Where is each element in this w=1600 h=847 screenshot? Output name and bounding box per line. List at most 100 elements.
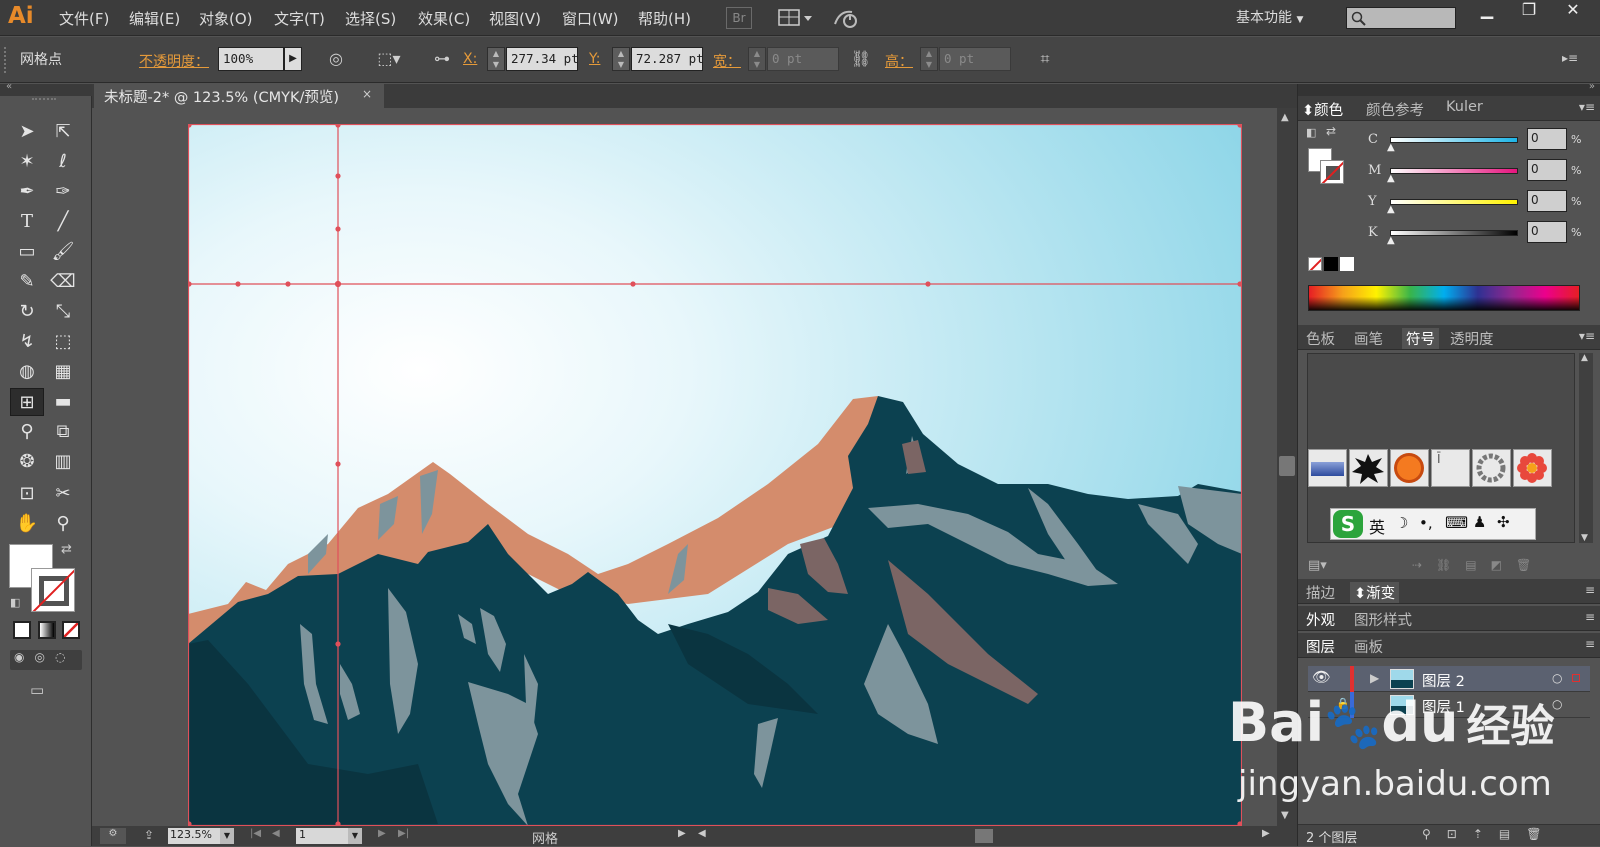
page-field[interactable]: 1 — [296, 828, 348, 844]
rectangle-tool-icon[interactable]: ▭ — [12, 238, 42, 266]
warp-tool-icon[interactable]: ↯ — [12, 328, 42, 356]
align-to-icon[interactable]: ⬚▾ — [372, 49, 406, 71]
link-constrain-icon[interactable]: ⛓ — [850, 49, 872, 71]
sync-settings-icon[interactable] — [832, 6, 860, 30]
slice-tool-icon[interactable]: ✂ — [48, 480, 78, 508]
mesh-tool-icon[interactable]: ⊞ — [10, 388, 44, 416]
symbol-orange-button[interactable] — [1390, 449, 1429, 487]
expand-icon[interactable]: » — [1589, 81, 1595, 92]
cyan-slider[interactable] — [1390, 137, 1518, 143]
help-search-input[interactable] — [1346, 7, 1456, 29]
pencil-tool-icon[interactable]: ✎ — [12, 268, 42, 296]
height-field[interactable]: 0 pt — [939, 47, 1011, 71]
next-page-icon[interactable]: ▶ — [378, 828, 386, 839]
gradient-mode-icon[interactable] — [38, 621, 56, 639]
hand-tool-icon[interactable]: ✋ — [12, 510, 42, 538]
perspective-grid-tool-icon[interactable]: ▦ — [48, 358, 78, 386]
status-arrow-icon[interactable]: ▶ — [678, 828, 686, 839]
artboard-tool-icon[interactable]: ⊡ — [12, 480, 42, 508]
y-stepper[interactable]: ▲ ▼ — [612, 47, 630, 71]
document-tab[interactable]: 未标题-2* @ 123.5% (CMYK/预览) × — [94, 84, 384, 108]
pen-tool-icon[interactable]: ✒ — [12, 178, 42, 206]
bridge-button[interactable]: Br — [726, 7, 752, 29]
graph-tool-icon[interactable]: ▥ — [48, 448, 78, 476]
grid-icon[interactable]: ✣ — [1497, 513, 1510, 531]
zoom-tool-icon[interactable]: ⚲ — [48, 510, 78, 538]
yellow-field[interactable]: 0 — [1527, 190, 1567, 212]
ime-toolbar[interactable]: S 英 ☽ •, ⌨ ♟ ✣ — [1330, 508, 1536, 540]
symbol-sprayer-tool-icon[interactable]: ❂ — [12, 448, 42, 476]
blend-tool-icon[interactable]: ⧉ — [48, 418, 78, 446]
menu-view[interactable]: 视图(V) — [489, 8, 541, 29]
grip-handle[interactable] — [4, 47, 10, 73]
opacity-dropdown-button[interactable]: ▶ — [284, 47, 302, 71]
horizontal-scroll-thumb[interactable] — [975, 829, 993, 843]
reference-point-icon[interactable]: ⊶ — [428, 49, 456, 71]
tab-layers[interactable]: 图层 — [1306, 636, 1335, 657]
width-field[interactable]: 0 pt — [767, 47, 839, 71]
first-page-icon[interactable]: |◀ — [250, 828, 261, 839]
y-field[interactable]: 72.287 pt — [631, 47, 703, 71]
zoom-field[interactable]: 123.5% — [168, 828, 220, 844]
color-spectrum[interactable] — [1308, 285, 1580, 311]
x-field[interactable]: 277.34 pt — [506, 47, 578, 71]
recolor-icon[interactable]: ◎ — [325, 49, 347, 71]
tab-brushes[interactable]: 画笔 — [1354, 328, 1383, 349]
selection-tool-icon[interactable]: ➤ — [12, 118, 42, 146]
symbol-libraries-icon[interactable]: ▤▾ — [1308, 558, 1327, 573]
scale-tool-icon[interactable]: ⤡ — [48, 298, 78, 326]
keyboard-icon[interactable]: ⌨ — [1445, 513, 1468, 532]
magic-wand-tool-icon[interactable]: ✶ — [12, 148, 42, 176]
grip-handle[interactable] — [32, 98, 56, 102]
color-stroke-swatch[interactable] — [1320, 160, 1344, 184]
workspace-switcher[interactable]: 基本功能 ▼ — [1236, 7, 1303, 27]
swap-colors-icon[interactable]: ⇄ — [1326, 124, 1336, 138]
opacity-field[interactable]: 100% — [218, 47, 284, 71]
scroll-right-icon[interactable]: ▶ — [1262, 828, 1270, 839]
paintbrush-tool-icon[interactable]: 🖌 — [48, 238, 78, 266]
opacity-label[interactable]: 不透明度： — [139, 51, 209, 71]
user-icon[interactable]: ♟ — [1473, 513, 1486, 531]
panel-menu-icon[interactable]: ▾≡ — [1579, 100, 1595, 114]
tools-panel-header[interactable]: « — [0, 81, 92, 96]
ime-mode-button[interactable]: 英 — [1369, 514, 1385, 538]
eyedropper-tool-icon[interactable]: ⚲ — [12, 418, 42, 446]
menu-object[interactable]: 对象(O) — [199, 8, 253, 29]
black-slider[interactable] — [1390, 230, 1518, 236]
tab-graphic-styles[interactable]: 图形样式 — [1354, 609, 1412, 630]
panel-menu-icon[interactable]: ▾≡ — [1579, 329, 1595, 343]
menu-effect[interactable]: 效果(C) — [418, 8, 470, 29]
direct-selection-tool-icon[interactable]: ⇱ — [48, 118, 78, 146]
panel-menu-icon[interactable]: ≡ — [1585, 583, 1595, 597]
prev-page-icon[interactable]: ◀ — [272, 828, 280, 839]
black-field[interactable]: 0 — [1527, 221, 1567, 243]
gradient-tool-icon[interactable]: ▬ — [48, 388, 78, 416]
swap-colors-icon[interactable]: ⇄ — [61, 542, 72, 557]
black-swatch[interactable] — [1324, 257, 1338, 271]
tab-symbols[interactable]: 符号 — [1402, 328, 1439, 349]
menu-edit[interactable]: 编辑(E) — [129, 8, 180, 29]
status-menu-icon[interactable]: ⚙ — [100, 828, 126, 844]
menu-type[interactable]: 文字(T) — [274, 8, 325, 29]
none-mode-icon[interactable] — [62, 621, 80, 639]
magenta-slider[interactable] — [1390, 168, 1518, 174]
panel-menu-icon[interactable]: ≡ — [1585, 637, 1595, 651]
height-stepper[interactable]: ▲ ▼ — [920, 47, 938, 71]
layer-actions-icons[interactable]: ⚲⊡⇡▤🗑 — [1422, 827, 1557, 841]
tab-stroke[interactable]: 描边 — [1306, 582, 1335, 603]
panel-dock-header[interactable]: » — [1298, 81, 1600, 96]
selection-indicator[interactable] — [1572, 674, 1580, 682]
width-stepper[interactable]: ▲ ▼ — [748, 47, 766, 71]
tab-artboards[interactable]: 画板 — [1354, 636, 1383, 657]
free-transform-tool-icon[interactable]: ⬚ — [48, 328, 78, 356]
eraser-tool-icon[interactable]: ⌫ — [48, 268, 78, 296]
artboard[interactable] — [188, 124, 1242, 826]
rotate-tool-icon[interactable]: ↻ — [12, 298, 42, 326]
scroll-left-icon[interactable]: ◀ — [698, 828, 706, 839]
tab-transparency[interactable]: 透明度 — [1450, 328, 1494, 349]
cyan-slider-thumb[interactable]: ▲ — [1387, 142, 1395, 153]
lasso-tool-icon[interactable]: ℓ — [48, 148, 78, 176]
arrange-documents-icon[interactable] — [778, 8, 814, 28]
tab-swatches[interactable]: 色板 — [1306, 328, 1335, 349]
menu-file[interactable]: 文件(F) — [59, 8, 109, 29]
